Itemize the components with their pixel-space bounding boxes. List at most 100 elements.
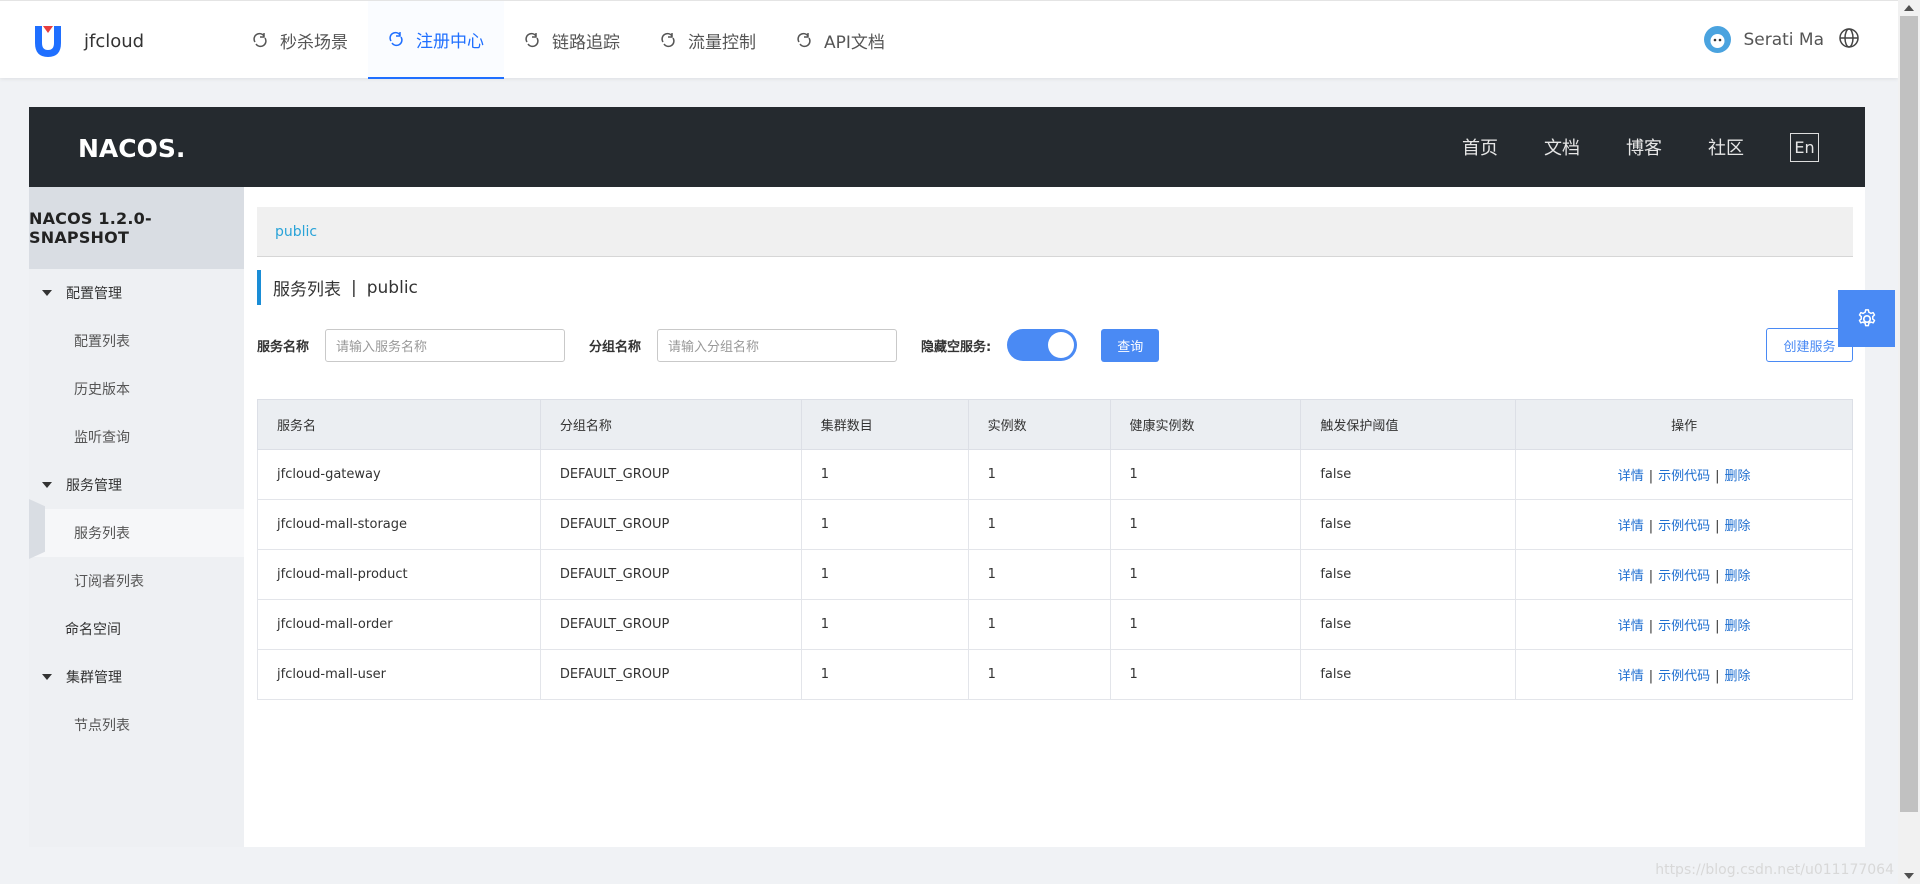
delete-link[interactable]: 删除 <box>1725 569 1751 584</box>
cell-actions: 详情 | 示例代码 | 删除 <box>1515 599 1853 650</box>
caret-down-icon <box>42 290 52 296</box>
user-name: Serati Ma <box>1743 29 1824 50</box>
delete-link[interactable]: 删除 <box>1725 519 1751 534</box>
sidebar-group-label: 配置管理 <box>66 286 122 302</box>
cell-instance-count: 1 <box>967 649 1111 700</box>
cell-healthy-count: 1 <box>1109 549 1302 600</box>
sidebar-item-history[interactable]: 历史版本 <box>29 365 244 413</box>
detail-link[interactable]: 详情 <box>1618 669 1644 684</box>
nacos-nav-docs[interactable]: 文档 <box>1544 134 1580 160</box>
cell-service-name: jfcloud-mall-order <box>257 599 541 650</box>
swap-icon <box>253 32 267 48</box>
top-nav-item-registry[interactable]: 注册中心 <box>368 1 504 79</box>
top-nav: 秒杀场景 注册中心 链路追踪 流量控制 API文档 <box>232 1 905 79</box>
table-row: jfcloud-mall-product DEFAULT_GROUP 1 1 1… <box>257 549 1853 600</box>
nacos-logo-text: NACOS. <box>78 134 185 163</box>
sample-code-link[interactable]: 示例代码 <box>1658 519 1710 534</box>
sample-code-link[interactable]: 示例代码 <box>1658 619 1710 634</box>
sample-code-link[interactable]: 示例代码 <box>1658 569 1710 584</box>
brand[interactable]: jfcloud <box>34 21 144 61</box>
namespace-breadcrumb[interactable]: public <box>257 207 1853 257</box>
nacos-nav: 首页 文档 博客 社区 En <box>1416 107 1819 187</box>
nacos-console: NACOS. 首页 文档 博客 社区 En NACOS 1.2.0-SNAPSH… <box>29 107 1865 847</box>
top-nav-item-flow-control[interactable]: 流量控制 <box>640 1 776 79</box>
action-separator: | <box>1715 669 1720 684</box>
cell-healthy-count: 1 <box>1109 449 1302 500</box>
top-nav-item-api-docs[interactable]: API文档 <box>776 1 905 79</box>
scroll-up-arrow-icon[interactable] <box>1904 5 1914 11</box>
action-separator: | <box>1715 619 1720 634</box>
cell-healthy-count: 1 <box>1109 649 1302 700</box>
action-separator: | <box>1715 569 1720 584</box>
caret-down-icon <box>42 482 52 488</box>
detail-link[interactable]: 详情 <box>1618 519 1644 534</box>
top-nav-label: 流量控制 <box>688 32 756 53</box>
cell-healthy-count: 1 <box>1109 599 1302 650</box>
action-separator: | <box>1715 519 1720 534</box>
detail-link[interactable]: 详情 <box>1618 619 1644 634</box>
detail-link[interactable]: 详情 <box>1618 569 1644 584</box>
top-nav-item-seckill[interactable]: 秒杀场景 <box>232 1 368 79</box>
cell-cluster-count: 1 <box>800 549 969 600</box>
cell-actions: 详情 | 示例代码 | 删除 <box>1515 649 1853 700</box>
cell-group-name: DEFAULT_GROUP <box>539 499 802 550</box>
cell-protect-threshold: false <box>1300 549 1517 600</box>
app-header: jfcloud 秒杀场景 注册中心 链路追踪 流量控制 API文档 Serati… <box>0 0 1898 79</box>
column-header-service-name: 服务名 <box>257 399 541 450</box>
cell-actions: 详情 | 示例代码 | 删除 <box>1515 549 1853 600</box>
sidebar-item-config-list[interactable]: 配置列表 <box>29 317 244 365</box>
cell-cluster-count: 1 <box>800 599 969 650</box>
service-name-input[interactable]: 请输入服务名称 <box>325 328 566 362</box>
cell-service-name: jfcloud-gateway <box>257 449 541 500</box>
sidebar-group-cluster[interactable]: 集群管理 <box>29 653 244 701</box>
cell-instance-count: 1 <box>967 599 1111 650</box>
scroll-down-arrow-icon[interactable] <box>1904 873 1914 879</box>
query-button[interactable]: 查询 <box>1101 328 1160 362</box>
sample-code-link[interactable]: 示例代码 <box>1658 669 1710 684</box>
page-title-namespace: public <box>366 277 418 298</box>
page-scrollbar[interactable] <box>1898 0 1920 884</box>
user-menu[interactable]: Serati Ma <box>1704 26 1824 53</box>
swap-icon <box>661 32 675 48</box>
sidebar-item-node-list[interactable]: 节点列表 <box>29 701 244 749</box>
sidebar-group-service[interactable]: 服务管理 <box>29 461 244 509</box>
sample-code-link[interactable]: 示例代码 <box>1658 469 1710 484</box>
table-header-row: 服务名 分组名称 集群数目 实例数 健康实例数 触发保护阈值 操作 <box>257 399 1853 450</box>
cell-instance-count: 1 <box>967 549 1111 600</box>
sidebar-group-label: 服务管理 <box>66 478 122 494</box>
delete-link[interactable]: 删除 <box>1725 619 1751 634</box>
caret-down-icon <box>42 674 52 680</box>
sidebar-group-config[interactable]: 配置管理 <box>29 269 244 317</box>
sidebar-item-subscribers[interactable]: 订阅者列表 <box>29 557 244 605</box>
cell-protect-threshold: false <box>1300 649 1517 700</box>
nacos-nav-community[interactable]: 社区 <box>1708 134 1744 160</box>
group-name-input[interactable]: 请输入分组名称 <box>657 328 898 362</box>
nacos-nav-blog[interactable]: 博客 <box>1626 134 1662 160</box>
delete-link[interactable]: 删除 <box>1725 469 1751 484</box>
sidebar-item-service-list[interactable]: 服务列表 <box>29 509 244 557</box>
page-title-text: 服务列表 <box>273 280 341 300</box>
sidebar-item-listener-query[interactable]: 监听查询 <box>29 413 244 461</box>
cell-group-name: DEFAULT_GROUP <box>539 599 802 650</box>
table-row: jfcloud-mall-storage DEFAULT_GROUP 1 1 1… <box>257 499 1853 550</box>
hide-empty-toggle[interactable] <box>1007 329 1078 361</box>
settings-float-button[interactable] <box>1838 290 1895 347</box>
service-name-label: 服务名称 <box>257 339 310 355</box>
language-toggle[interactable]: En <box>1790 132 1819 162</box>
user-avatar-icon <box>1710 34 1725 48</box>
sidebar-item-namespace[interactable]: 命名空间 <box>29 605 244 653</box>
scrollbar-thumb[interactable] <box>1900 16 1918 812</box>
avatar <box>1704 26 1732 53</box>
top-nav-item-tracing[interactable]: 链路追踪 <box>504 1 640 79</box>
gear-icon <box>1858 308 1875 326</box>
cell-instance-count: 1 <box>967 499 1111 550</box>
detail-link[interactable]: 详情 <box>1618 469 1644 484</box>
globe-icon[interactable] <box>1838 27 1860 49</box>
swap-icon <box>389 31 403 47</box>
service-table: 服务名 分组名称 集群数目 实例数 健康实例数 触发保护阈值 操作 jfclou… <box>257 399 1853 700</box>
nacos-nav-home[interactable]: 首页 <box>1462 134 1498 160</box>
cell-service-name: jfcloud-mall-product <box>257 549 541 600</box>
sidebar: NACOS 1.2.0-SNAPSHOT 配置管理 配置列表 历史版本 监听查询… <box>29 187 244 847</box>
nacos-logo[interactable]: NACOS. <box>78 133 198 163</box>
delete-link[interactable]: 删除 <box>1725 669 1751 684</box>
